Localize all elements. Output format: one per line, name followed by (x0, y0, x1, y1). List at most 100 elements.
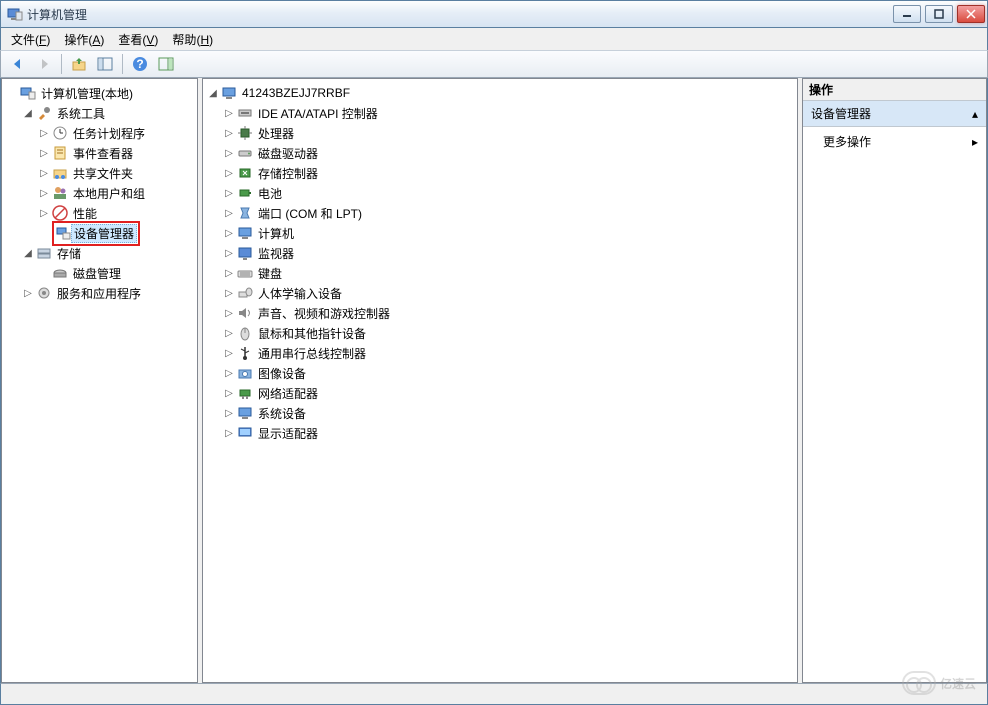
performance-icon (52, 205, 68, 221)
clock-icon (52, 125, 68, 141)
svg-text:?: ? (136, 57, 143, 71)
tree-local-users[interactable]: ▷本地用户和组 (36, 183, 195, 203)
show-hide-tree-button[interactable] (94, 53, 116, 75)
disk-icon (237, 145, 253, 161)
device-storage-ctrl[interactable]: ▷存储控制器 (221, 163, 795, 183)
sound-icon (237, 305, 253, 321)
disk-mgmt-icon (52, 265, 68, 281)
device-keyboard[interactable]: ▷键盘 (221, 263, 795, 283)
menu-file[interactable]: 文件(F) (5, 29, 56, 50)
expand-icon[interactable]: ▷ (223, 407, 235, 419)
minimize-button[interactable] (893, 5, 921, 23)
cpu-icon (237, 125, 253, 141)
tree-shared-folders[interactable]: ▷共享文件夹 (36, 163, 195, 183)
app-icon (7, 6, 23, 22)
device-manager-icon (55, 225, 71, 241)
device-usb[interactable]: ▷通用串行总线控制器 (221, 343, 795, 363)
device-tree[interactable]: ◢ 41243BZEJJ7RRBF ▷IDE ATA/ATAPI 控制器 ▷处理… (205, 83, 795, 443)
menu-action[interactable]: 操作(A) (58, 29, 110, 50)
expand-icon[interactable]: ▷ (38, 207, 50, 219)
device-ide[interactable]: ▷IDE ATA/ATAPI 控制器 (221, 103, 795, 123)
expand-icon[interactable]: ▷ (223, 107, 235, 119)
expand-icon[interactable]: ▷ (223, 327, 235, 339)
expand-icon[interactable]: ▷ (223, 267, 235, 279)
device-mouse[interactable]: ▷鼠标和其他指针设备 (221, 323, 795, 343)
expand-icon[interactable]: ▷ (38, 127, 50, 139)
expand-icon[interactable]: ▷ (223, 307, 235, 319)
mouse-icon (237, 325, 253, 341)
device-cpu[interactable]: ▷处理器 (221, 123, 795, 143)
collapse-icon[interactable]: ◢ (22, 107, 34, 119)
tree-root[interactable]: 计算机管理(本地) (4, 83, 195, 103)
tree-event-viewer[interactable]: ▷事件查看器 (36, 143, 195, 163)
forward-button[interactable] (33, 53, 55, 75)
expand-icon[interactable]: ▷ (38, 187, 50, 199)
tools-icon (36, 105, 52, 121)
maximize-button[interactable] (925, 5, 953, 23)
actions-more[interactable]: 更多操作 ▸ (803, 127, 986, 156)
expand-icon[interactable]: ▷ (223, 147, 235, 159)
expand-icon[interactable]: ▷ (223, 127, 235, 139)
shared-folder-icon (52, 165, 68, 181)
watermark-icon (902, 671, 936, 695)
expand-icon[interactable]: ▷ (223, 187, 235, 199)
collapse-icon[interactable]: ◢ (22, 247, 34, 259)
keyboard-icon (237, 265, 253, 281)
device-root[interactable]: ◢ 41243BZEJJ7RRBF (205, 83, 795, 103)
menubar: 文件(F) 操作(A) 查看(V) 帮助(H) (0, 28, 988, 50)
close-button[interactable] (957, 5, 985, 23)
statusbar (0, 683, 988, 705)
event-icon (52, 145, 68, 161)
network-icon (237, 385, 253, 401)
up-level-button[interactable] (68, 53, 90, 75)
actions-section[interactable]: 设备管理器 ▴ (803, 101, 986, 127)
tree-task-scheduler[interactable]: ▷任务计划程序 (36, 123, 195, 143)
submenu-arrow-icon: ▸ (972, 135, 978, 149)
expand-icon[interactable]: ▷ (22, 287, 34, 299)
menu-view[interactable]: 查看(V) (112, 29, 164, 50)
expand-icon[interactable]: ▷ (223, 367, 235, 379)
device-monitor[interactable]: ▷监视器 (221, 243, 795, 263)
expand-icon[interactable]: ▷ (223, 167, 235, 179)
tree-services-apps[interactable]: ▷服务和应用程序 (20, 283, 195, 303)
tree-storage[interactable]: ◢ 存储 (20, 243, 195, 263)
collapse-icon[interactable]: ◢ (207, 87, 219, 99)
tree-device-manager[interactable]: 设备管理器 (36, 223, 195, 243)
battery-icon (237, 185, 253, 201)
system-icon (237, 405, 253, 421)
expand-icon[interactable]: ▷ (223, 427, 235, 439)
expand-icon[interactable]: ▷ (223, 247, 235, 259)
expand-icon[interactable]: ▷ (223, 347, 235, 359)
window-title: 计算机管理 (27, 6, 87, 23)
device-network[interactable]: ▷网络适配器 (221, 383, 795, 403)
computer-mgmt-icon (20, 85, 36, 101)
device-hid[interactable]: ▷人体学输入设备 (221, 283, 795, 303)
collapse-arrow-icon: ▴ (972, 107, 978, 121)
action-pane-button[interactable] (155, 53, 177, 75)
expand-icon[interactable]: ▷ (38, 167, 50, 179)
tree-disk-mgmt[interactable]: 磁盘管理 (36, 263, 195, 283)
device-disk-drives[interactable]: ▷磁盘驱动器 (221, 143, 795, 163)
imaging-icon (237, 365, 253, 381)
device-sound[interactable]: ▷声音、视频和游戏控制器 (221, 303, 795, 323)
usb-icon (237, 345, 253, 361)
tree-system-tools[interactable]: ◢ 系统工具 (20, 103, 195, 123)
device-ports[interactable]: ▷端口 (COM 和 LPT) (221, 203, 795, 223)
expand-icon[interactable]: ▷ (223, 387, 235, 399)
device-computer[interactable]: ▷计算机 (221, 223, 795, 243)
expand-icon[interactable]: ▷ (38, 147, 50, 159)
menu-help[interactable]: 帮助(H) (166, 29, 219, 50)
device-battery[interactable]: ▷电池 (221, 183, 795, 203)
console-tree[interactable]: 计算机管理(本地) ◢ 系统工具 ▷任务计划程序 ▷事件查看器 ▷共享文件夹 (4, 83, 195, 303)
expand-icon[interactable]: ▷ (223, 207, 235, 219)
device-system[interactable]: ▷系统设备 (221, 403, 795, 423)
device-imaging[interactable]: ▷图像设备 (221, 363, 795, 383)
users-icon (52, 185, 68, 201)
expand-icon[interactable]: ▷ (223, 287, 235, 299)
console-tree-pane: 计算机管理(本地) ◢ 系统工具 ▷任务计划程序 ▷事件查看器 ▷共享文件夹 (1, 78, 198, 683)
help-button[interactable]: ? (129, 53, 151, 75)
services-icon (36, 285, 52, 301)
back-button[interactable] (7, 53, 29, 75)
expand-icon[interactable]: ▷ (223, 227, 235, 239)
device-display[interactable]: ▷显示适配器 (221, 423, 795, 443)
